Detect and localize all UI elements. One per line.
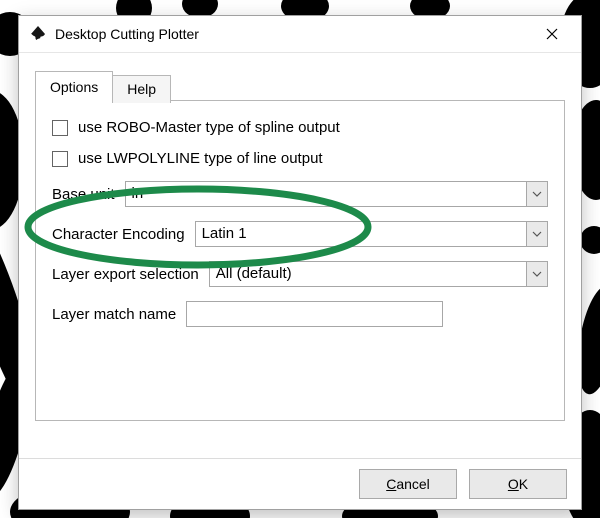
label-layer-match: Layer match name: [52, 306, 176, 323]
label-base-unit: Base unit: [52, 186, 115, 203]
select-layer-export-value: All (default): [210, 262, 526, 286]
row-layer-export: Layer export selection All (default): [52, 261, 548, 287]
label-layer-export: Layer export selection: [52, 266, 199, 283]
cancel-text: ancel: [396, 476, 429, 492]
ok-text: K: [519, 476, 528, 492]
row-character-encoding: Character Encoding Latin 1: [52, 221, 548, 247]
checkbox-lwpolyline[interactable]: [52, 151, 68, 167]
tab-options[interactable]: Options: [35, 71, 113, 101]
tabstrip: Options Help: [35, 67, 565, 101]
close-button[interactable]: [531, 19, 573, 49]
tab-options-page: use ROBO-Master type of spline output us…: [35, 101, 565, 421]
dialog-window: Desktop Cutting Plotter Options Help use…: [18, 15, 582, 510]
row-base-unit: Base unit in: [52, 181, 548, 207]
label-robo-master: use ROBO-Master type of spline output: [78, 119, 340, 136]
chevron-down-icon: [526, 222, 547, 246]
window-title: Desktop Cutting Plotter: [55, 26, 531, 42]
row-layer-match: Layer match name: [52, 301, 548, 327]
label-lwpolyline: use LWPOLYLINE type of line output: [78, 150, 323, 167]
chevron-down-icon: [526, 182, 547, 206]
cancel-button[interactable]: Cancel: [359, 469, 457, 499]
cancel-mnemonic: C: [386, 476, 396, 492]
inkscape-icon: [29, 25, 47, 43]
input-layer-match[interactable]: [186, 301, 443, 327]
dialog-client: Options Help use ROBO-Master type of spl…: [19, 53, 581, 458]
tab-help[interactable]: Help: [112, 75, 171, 103]
ok-mnemonic: O: [508, 476, 519, 492]
ok-button[interactable]: OK: [469, 469, 567, 499]
select-character-encoding[interactable]: Latin 1: [195, 221, 548, 247]
chevron-down-icon: [526, 262, 547, 286]
row-lwpolyline: use LWPOLYLINE type of line output: [52, 150, 548, 167]
row-robo-master: use ROBO-Master type of spline output: [52, 119, 548, 136]
select-base-unit-value: in: [126, 182, 526, 206]
select-layer-export[interactable]: All (default): [209, 261, 548, 287]
label-character-encoding: Character Encoding: [52, 226, 185, 243]
select-base-unit[interactable]: in: [125, 181, 548, 207]
buttonbar: Cancel OK: [19, 458, 581, 509]
titlebar: Desktop Cutting Plotter: [19, 16, 581, 53]
checkbox-robo-master[interactable]: [52, 120, 68, 136]
select-character-encoding-value: Latin 1: [196, 222, 526, 246]
